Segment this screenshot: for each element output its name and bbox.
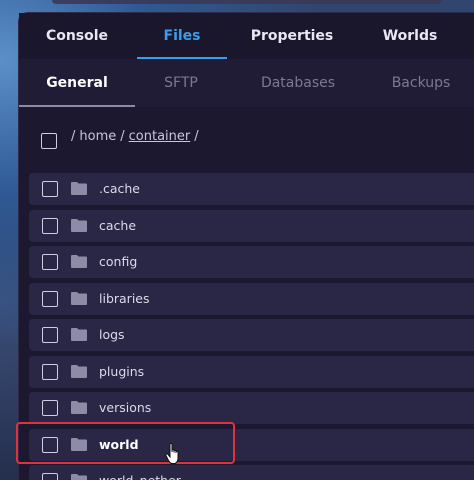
tab-console[interactable]: Console: [27, 13, 127, 59]
file-name: plugins: [99, 364, 145, 379]
file-name: versions: [99, 400, 152, 415]
row-checkbox[interactable]: [42, 473, 58, 480]
row-checkbox[interactable]: [42, 400, 58, 416]
file-row[interactable]: config: [29, 246, 474, 278]
subtab-backups[interactable]: Backups: [381, 59, 461, 107]
select-all-checkbox[interactable]: [41, 133, 57, 149]
tab-files[interactable]: Files: [137, 13, 227, 59]
tab-worlds[interactable]: Worlds: [361, 13, 459, 59]
folder-icon: [71, 401, 87, 414]
server-panel: Console Files Properties Worlds General …: [18, 12, 474, 480]
folder-icon: [71, 292, 87, 305]
file-row-world[interactable]: world: [29, 429, 474, 461]
subtab-databases[interactable]: Databases: [243, 59, 353, 107]
row-checkbox[interactable]: [42, 291, 58, 307]
file-row[interactable]: libraries: [29, 283, 474, 315]
file-row[interactable]: plugins: [29, 356, 474, 388]
breadcrumb-row: / home / container /: [19, 107, 474, 171]
file-name: libraries: [99, 291, 150, 306]
tab-properties[interactable]: Properties: [241, 13, 343, 59]
folder-icon: [71, 182, 87, 195]
folder-icon: [71, 255, 87, 268]
row-checkbox[interactable]: [42, 218, 58, 234]
breadcrumb-container[interactable]: container: [129, 129, 191, 144]
file-row[interactable]: world_nether: [29, 465, 474, 480]
breadcrumb: / home / container /: [71, 129, 199, 144]
folder-icon: [71, 438, 87, 451]
row-checkbox[interactable]: [42, 364, 58, 380]
row-checkbox[interactable]: [42, 437, 58, 453]
folder-icon: [71, 474, 87, 480]
row-checkbox[interactable]: [42, 254, 58, 270]
file-name: logs: [99, 327, 125, 342]
row-checkbox[interactable]: [42, 327, 58, 343]
folder-icon: [71, 365, 87, 378]
file-row[interactable]: logs: [29, 319, 474, 351]
file-row[interactable]: cache: [29, 210, 474, 242]
file-name: world: [99, 437, 139, 452]
breadcrumb-separator: /: [71, 129, 76, 144]
window-top-edge: [52, 0, 442, 4]
file-name: world_nether: [99, 465, 181, 480]
row-checkbox[interactable]: [42, 181, 58, 197]
subtab-sftp[interactable]: SFTP: [145, 59, 217, 107]
file-name: config: [99, 254, 138, 269]
file-name: .cache: [99, 181, 140, 196]
folder-icon: [71, 328, 87, 341]
file-subtabs: General SFTP Databases Backups: [19, 59, 474, 107]
subtab-general[interactable]: General: [19, 59, 135, 107]
file-row[interactable]: versions: [29, 392, 474, 424]
folder-icon: [71, 219, 87, 232]
file-row[interactable]: .cache: [29, 173, 474, 205]
file-name: cache: [99, 218, 137, 233]
hand-cursor-icon: [165, 443, 179, 464]
main-tabs: Console Files Properties Worlds: [19, 13, 474, 59]
breadcrumb-home[interactable]: home: [79, 129, 116, 144]
breadcrumb-separator: /: [120, 129, 125, 144]
breadcrumb-separator: /: [194, 129, 199, 144]
